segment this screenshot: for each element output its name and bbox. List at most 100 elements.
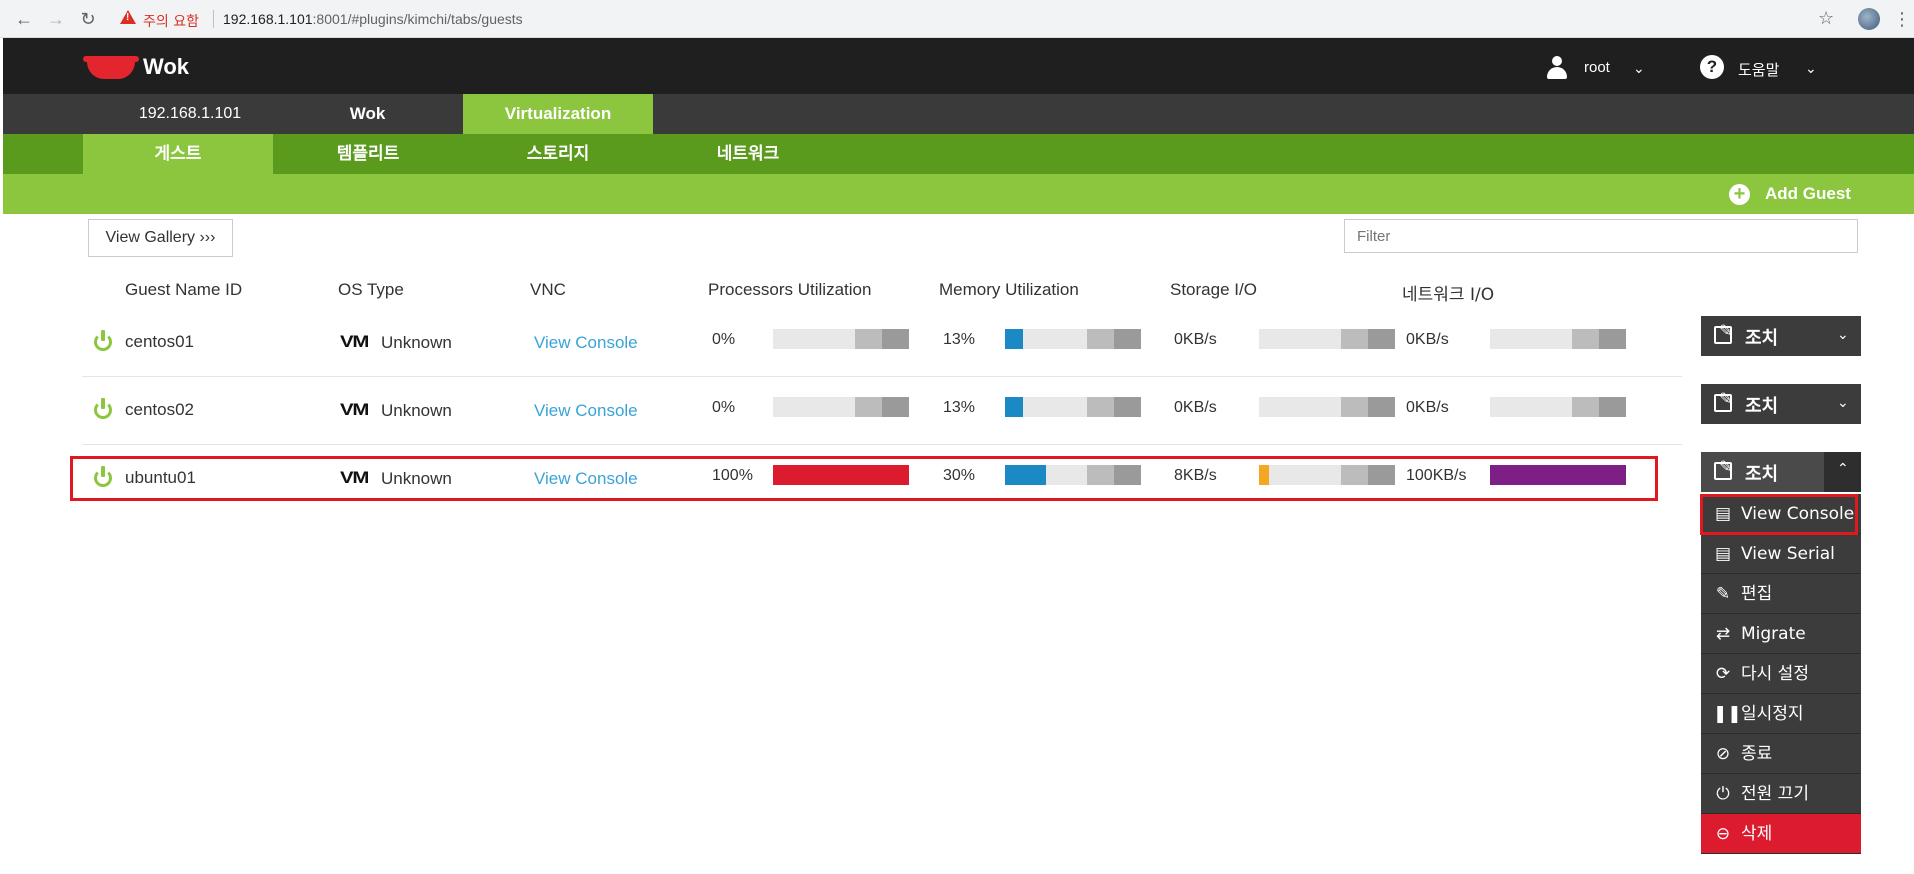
memory-bar — [1005, 329, 1141, 349]
help-chevron-down-icon[interactable]: ⌄ — [1805, 60, 1817, 77]
console-icon: ▤ — [1714, 504, 1732, 524]
action-label: 조치 — [1745, 396, 1779, 417]
row-divider — [82, 376, 1682, 377]
network-bar — [1490, 397, 1626, 417]
storage-value: 0KB/s — [1174, 331, 1217, 348]
col-guest-name[interactable]: Guest Name ID — [125, 280, 242, 300]
browser-menu-icon[interactable]: ⋮ — [1893, 8, 1911, 30]
edit-icon — [1714, 457, 1732, 480]
action-bar — [3, 174, 1914, 214]
view-console-link[interactable]: View Console — [534, 401, 638, 421]
tab-storage[interactable]: 스토리지 — [463, 134, 653, 174]
menu-label: 종료 — [1741, 744, 1773, 764]
user-icon[interactable] — [1546, 56, 1568, 80]
action-button[interactable]: 조치 ⌄ — [1701, 384, 1861, 424]
pencil-icon: ✎ — [1715, 584, 1731, 604]
action-button[interactable]: 조치 ⌄ — [1701, 316, 1861, 356]
power-icon: ⏻ — [1716, 784, 1730, 804]
col-network-io[interactable]: 네트워크 I/O — [1402, 280, 1494, 305]
cpu-value: 0% — [712, 331, 736, 348]
menu-label: 삭제 — [1741, 824, 1773, 844]
bookmark-star-icon[interactable]: ☆ — [1818, 8, 1834, 29]
tab-templates[interactable]: 템플리트 — [273, 134, 463, 174]
brand-name[interactable]: Wok — [143, 54, 189, 80]
guest-name: centos02 — [125, 400, 194, 419]
cpu-bar — [773, 397, 909, 417]
cpu-bar — [773, 329, 909, 349]
menu-label: View Console — [1741, 504, 1855, 524]
chevron-up-icon: ⌃ — [1837, 460, 1849, 476]
swap-arrows-icon: ⇄ — [1715, 624, 1731, 644]
action-dropdown-menu: ▤ View Console ▤ View Serial ✎ 편집 ⇄ Migrate … — [1701, 494, 1861, 854]
pause-icon: ❚❚ — [1713, 704, 1742, 724]
col-memory[interactable]: Memory Utilization — [939, 280, 1079, 300]
menu-pause[interactable]: ❚❚ 일시정지 — [1701, 694, 1861, 734]
network-value: 0KB/s — [1406, 331, 1449, 348]
network-bar — [1490, 329, 1626, 349]
edit-icon — [1714, 389, 1732, 412]
menu-shutdown[interactable]: ⊘ 종료 — [1701, 734, 1861, 774]
refresh-icon: ⟳ — [1715, 664, 1731, 684]
app-header — [3, 38, 1914, 94]
vm-os-logo: VM — [340, 332, 369, 351]
view-console-link[interactable]: View Console — [534, 333, 638, 353]
tab-network[interactable]: 네트워크 — [653, 134, 843, 174]
help-icon[interactable]: ? — [1700, 55, 1724, 79]
security-warning[interactable]: 주의 요함 — [143, 11, 199, 31]
col-storage-io[interactable]: Storage I/O — [1170, 280, 1257, 300]
tab-virtualization[interactable]: Virtualization — [463, 94, 653, 134]
os-type: Unknown — [381, 401, 452, 420]
add-guest-button[interactable]: Add Guest — [1765, 184, 1851, 204]
menu-reset[interactable]: ⟳ 다시 설정 — [1701, 654, 1861, 694]
menu-view-console[interactable]: ▤ View Console — [1701, 494, 1861, 534]
tab-guests[interactable]: 게스트 — [83, 134, 273, 174]
menu-edit[interactable]: ✎ 편집 — [1701, 574, 1861, 614]
filter-input[interactable] — [1344, 219, 1858, 253]
address-separator — [213, 10, 214, 28]
row-divider — [82, 444, 1682, 445]
storage-bar — [1259, 397, 1395, 417]
forward-arrow-icon[interactable]: → — [45, 8, 67, 30]
url-text[interactable]: 192.168.1.101:8001/#plugins/kimchi/tabs/… — [223, 11, 523, 27]
highlight-box-row — [70, 456, 1658, 501]
storage-bar — [1259, 329, 1395, 349]
action-label: 조치 — [1745, 328, 1779, 349]
chevron-down-icon: ⌄ — [1837, 326, 1849, 342]
memory-bar — [1005, 397, 1141, 417]
cpu-value: 0% — [712, 399, 736, 416]
storage-value: 0KB/s — [1174, 399, 1217, 416]
memory-value: 13% — [943, 399, 976, 416]
menu-label: 전원 끄기 — [1741, 784, 1809, 804]
power-icon — [94, 330, 112, 351]
menu-delete[interactable]: ⊖ 삭제 — [1701, 814, 1861, 854]
menu-label: 다시 설정 — [1741, 664, 1809, 684]
serial-icon: ▤ — [1714, 544, 1732, 564]
vm-os-logo: VM — [340, 400, 369, 419]
user-chevron-down-icon[interactable]: ⌄ — [1633, 60, 1645, 77]
tab-wok[interactable]: Wok — [290, 94, 445, 134]
menu-label: 편집 — [1741, 584, 1773, 604]
ban-icon: ⊘ — [1715, 744, 1731, 764]
menu-view-serial[interactable]: ▤ View Serial — [1701, 534, 1861, 574]
view-gallery-button[interactable]: View Gallery ››› — [88, 219, 233, 257]
profile-avatar[interactable] — [1858, 8, 1880, 30]
add-circle-icon[interactable]: + — [1729, 184, 1750, 205]
col-vnc[interactable]: VNC — [530, 280, 566, 300]
user-menu-label[interactable]: root — [1584, 59, 1610, 76]
menu-label: Migrate — [1741, 624, 1806, 644]
guest-name: centos01 — [125, 332, 194, 351]
reload-icon[interactable]: ↻ — [77, 8, 99, 30]
col-os-type[interactable]: OS Type — [338, 280, 404, 300]
menu-migrate[interactable]: ⇄ Migrate — [1701, 614, 1861, 654]
network-value: 0KB/s — [1406, 399, 1449, 416]
col-processors[interactable]: Processors Utilization — [708, 280, 871, 300]
action-button[interactable]: 조치 ⌃ — [1701, 452, 1861, 492]
back-arrow-icon[interactable]: ← — [13, 8, 35, 30]
tab-host[interactable]: 192.168.1.101 — [115, 94, 265, 134]
menu-power-off[interactable]: ⏻ 전원 끄기 — [1701, 774, 1861, 814]
menu-label: View Serial — [1741, 544, 1835, 564]
power-icon — [94, 398, 112, 419]
warning-icon — [120, 10, 136, 24]
help-menu-label[interactable]: 도움말 — [1738, 59, 1779, 80]
action-label: 조치 — [1745, 464, 1779, 485]
